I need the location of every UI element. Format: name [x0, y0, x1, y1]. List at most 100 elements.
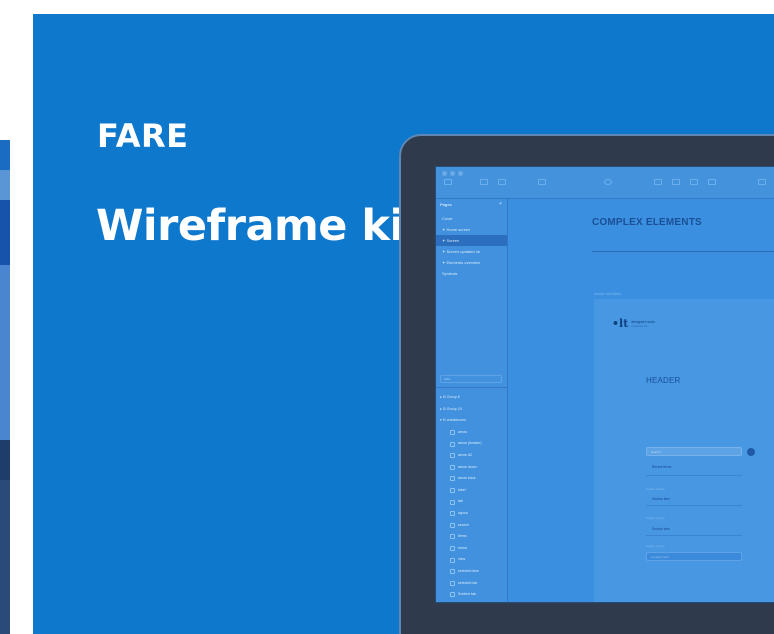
- design-canvas[interactable]: COMPLEX ELEMENTS header and fields •lt d…: [508, 199, 774, 602]
- layer-icon: [450, 441, 455, 447]
- row-caption: Header caption: [646, 544, 665, 548]
- layer-icon: [450, 534, 455, 540]
- layer-item[interactable]: ▸ ⊟ Group 24: [436, 404, 507, 416]
- layer-item[interactable]: label: [436, 485, 507, 497]
- layer-icon: [450, 546, 455, 552]
- logo-mark: •lt: [612, 317, 629, 330]
- layer-item[interactable]: tab: [436, 496, 507, 508]
- strip-section: [0, 200, 10, 265]
- layer-item[interactable]: arrow: [436, 427, 507, 439]
- page-item[interactable]: ✦ Screen: [436, 235, 507, 246]
- artboard[interactable]: •lt designers tools wireframe kit HEADER…: [594, 299, 774, 602]
- row-caption: Header caption: [646, 487, 665, 491]
- layer-label: tab: [458, 499, 463, 504]
- search-placeholder: Search: [651, 450, 661, 454]
- strip-section: [0, 265, 10, 440]
- symbol-tool[interactable]: [538, 179, 546, 193]
- intersect-tool[interactable]: [690, 179, 698, 193]
- layer-item[interactable]: arrow down: [436, 462, 507, 474]
- header-heading: HEADER: [646, 376, 681, 385]
- zoom-dot[interactable]: [458, 171, 463, 176]
- layer-icon: [450, 580, 455, 586]
- layer-item[interactable]: items: [436, 531, 507, 543]
- product-title: Wireframe kit: [96, 201, 424, 251]
- insert-tool[interactable]: [444, 179, 452, 193]
- layer-item[interactable]: layout: [436, 508, 507, 520]
- layer-label: selected tab: [458, 580, 478, 585]
- plus-icon: [444, 179, 452, 185]
- export-tool[interactable]: [758, 179, 766, 193]
- zoom-tool[interactable]: [604, 179, 612, 193]
- symbol-icon: [538, 179, 546, 185]
- close-dot[interactable]: [442, 171, 447, 176]
- page-item[interactable]: ✦ Screen updated on: [436, 246, 507, 257]
- layer-icon: [450, 430, 455, 436]
- layer-filter-input[interactable]: Filter: [440, 375, 502, 383]
- strip-section: [0, 140, 10, 170]
- layer-item[interactable]: arrow d2: [436, 450, 507, 462]
- magnifier-icon: [604, 179, 612, 185]
- group-icon: [480, 179, 488, 185]
- layer-item[interactable]: search: [436, 520, 507, 532]
- layers-list: ▸ ⊟ Group 6 ▸ ⊟ Group 24 ▾ ⊟ checkboxes arr…: [436, 392, 507, 601]
- list-item[interactable]: Recent items: [652, 465, 671, 469]
- layer-item[interactable]: ▾ ⊟ checkboxes: [436, 415, 507, 427]
- layer-label: layout: [458, 510, 468, 515]
- layer-item[interactable]: view: [436, 554, 507, 566]
- layer-icon: [450, 488, 455, 494]
- layer-label: selected item: [458, 568, 480, 573]
- layer-item[interactable]: ▸ ⊟ Group 6: [436, 392, 507, 404]
- layer-item[interactable]: arrow (header): [436, 438, 507, 450]
- layer-icon: [450, 453, 455, 459]
- layer-label: arrow d2: [458, 452, 472, 457]
- layer-icon: [450, 592, 455, 598]
- layer-icon: [450, 464, 455, 470]
- minimize-dot[interactable]: [450, 171, 455, 176]
- layers-sidebar: Pages + Cover ✦ Home screen ✦ Screen ✦ Scre…: [436, 199, 508, 602]
- layer-item[interactable]: Subtext tab: [436, 589, 507, 601]
- strip-section: [0, 170, 10, 200]
- row-divider: [646, 475, 742, 476]
- union-tool[interactable]: [654, 179, 662, 193]
- title-divider: [592, 251, 774, 252]
- artboard-label[interactable]: header and fields: [594, 292, 621, 296]
- list-item[interactable]: Section item: [652, 527, 670, 531]
- location-field[interactable]: Location field: [646, 552, 742, 561]
- layer-label: items: [458, 534, 467, 539]
- layer-label: ▾ ⊟ checkboxes: [440, 418, 466, 423]
- layer-label: arrow back: [458, 476, 476, 481]
- search-field[interactable]: Search: [646, 447, 755, 456]
- layer-label: ▸ ⊟ Group 6: [440, 395, 460, 399]
- subtract-tool[interactable]: [672, 179, 680, 193]
- layer-item[interactable]: selected tab: [436, 578, 507, 590]
- ungroup-tool[interactable]: [498, 179, 506, 193]
- page-item[interactable]: ✦ Elements overview: [436, 257, 507, 268]
- page-item[interactable]: Symbols: [436, 268, 507, 279]
- layer-icon: [450, 569, 455, 575]
- page-item[interactable]: Cover: [436, 213, 507, 224]
- page-item[interactable]: ✦ Home screen: [436, 224, 507, 235]
- group-tool[interactable]: [480, 179, 488, 193]
- layer-item[interactable]: menu: [436, 543, 507, 555]
- search-icon[interactable]: [747, 448, 755, 456]
- product-card[interactable]: FARE Wireframe kit Pages + Cover ✦ Home …: [33, 14, 774, 634]
- intersect-icon: [690, 179, 698, 185]
- layer-icon: [450, 522, 455, 528]
- canvas-page-title: COMPLEX ELEMENTS: [592, 217, 702, 228]
- row-divider: [646, 535, 742, 536]
- export-icon: [758, 179, 766, 185]
- add-page-button[interactable]: +: [499, 201, 502, 207]
- difference-icon: [708, 179, 716, 185]
- row-caption: Header caption: [646, 516, 665, 520]
- difference-tool[interactable]: [708, 179, 716, 193]
- list-item[interactable]: Section item: [652, 497, 670, 501]
- layer-item[interactable]: arrow back: [436, 473, 507, 485]
- layer-label: arrow (header): [458, 441, 482, 446]
- strip-section: [0, 440, 10, 480]
- subtract-icon: [672, 179, 680, 185]
- layer-item[interactable]: selected item: [436, 566, 507, 578]
- laptop-screen: Pages + Cover ✦ Home screen ✦ Screen ✦ Scre…: [435, 166, 774, 603]
- layer-icon: [450, 557, 455, 563]
- layer-label: Subtext tab: [458, 592, 477, 597]
- layer-icon: [450, 476, 455, 482]
